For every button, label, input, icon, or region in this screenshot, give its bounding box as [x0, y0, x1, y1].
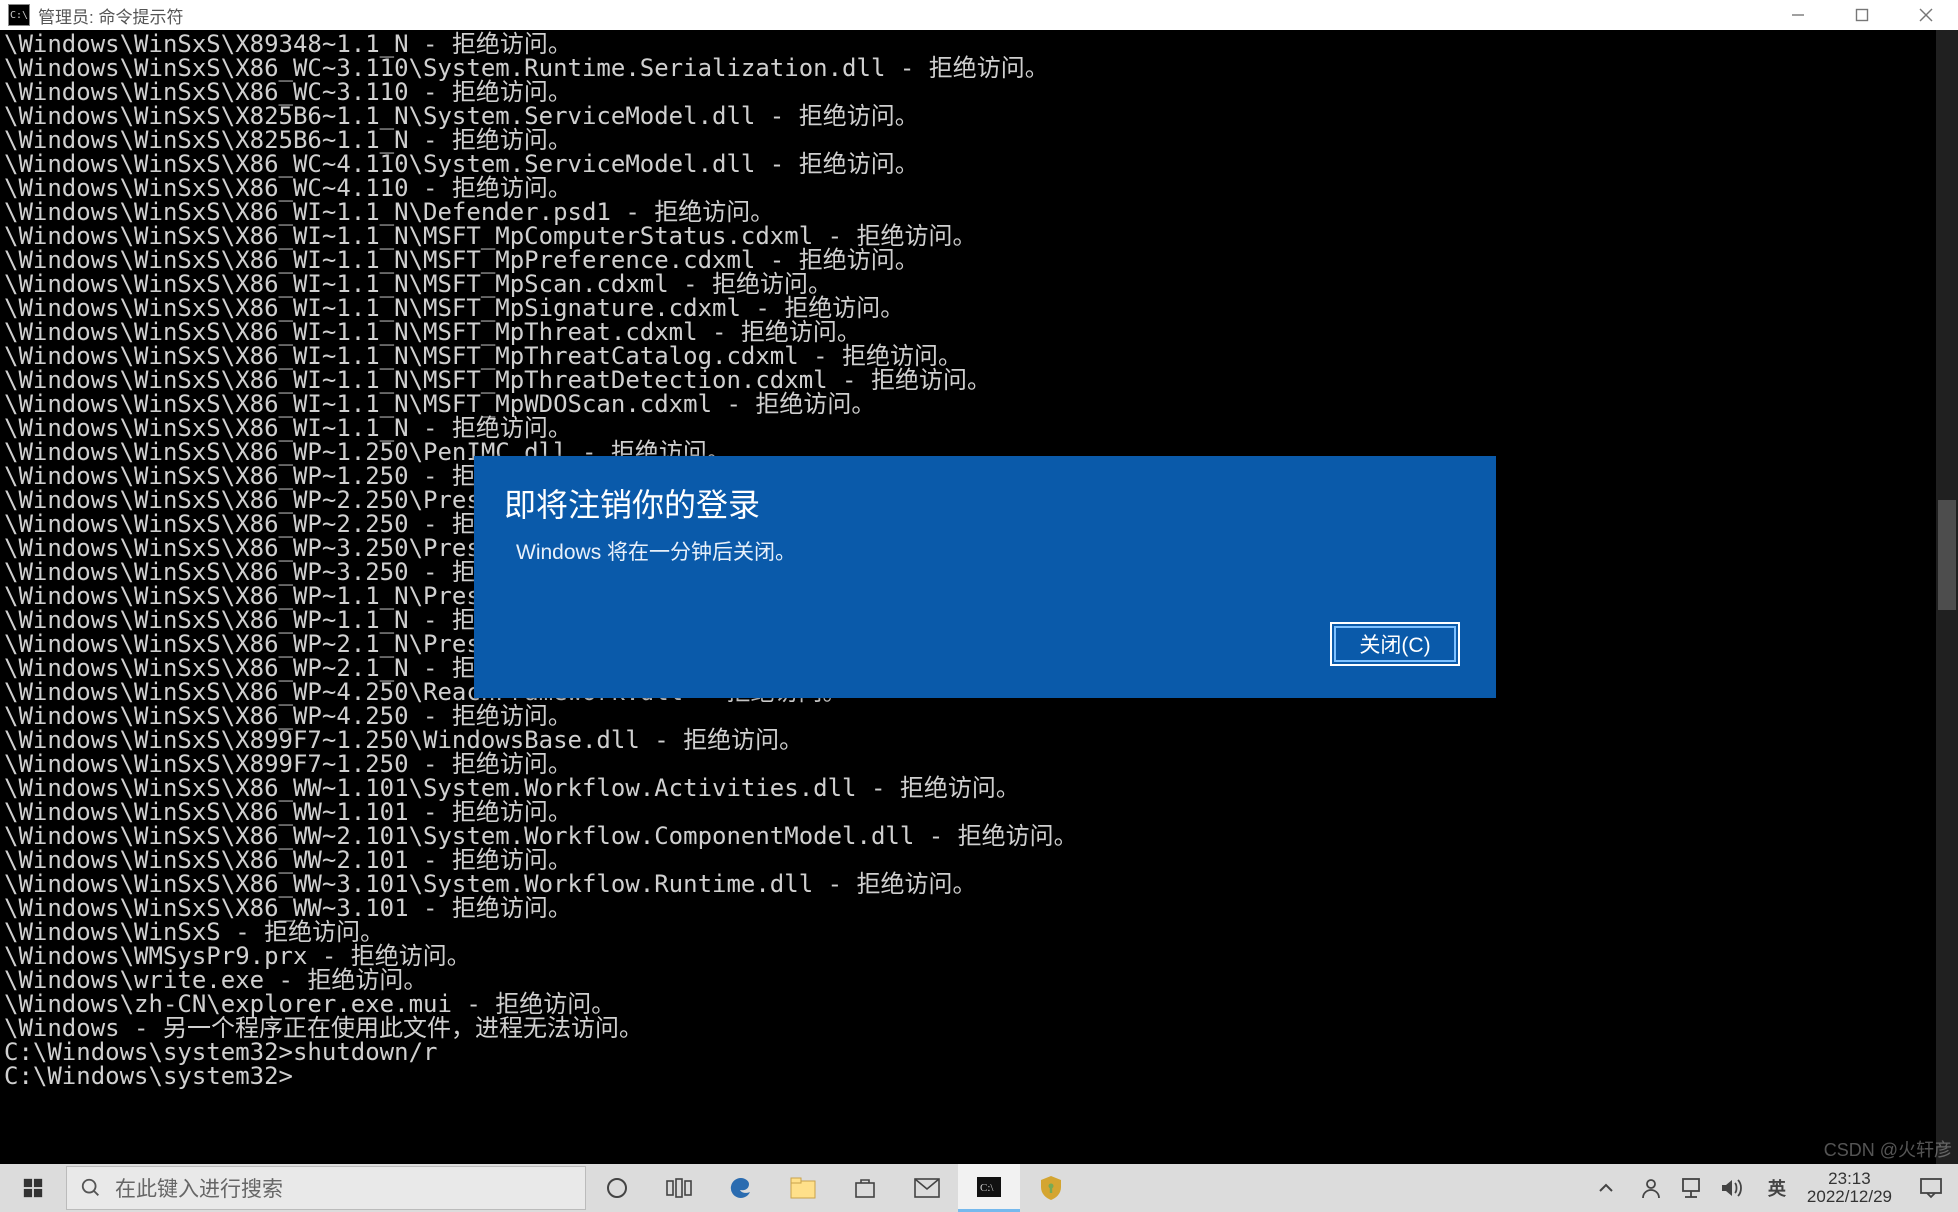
- terminal-line: \Windows\WinSxS\X86_WI~1.1_N\MSFT_MpThre…: [4, 368, 1954, 392]
- scrollbar-thumb[interactable]: [1938, 500, 1956, 610]
- tray-expand-icon[interactable]: [1599, 1183, 1639, 1193]
- search-icon: [67, 1177, 115, 1199]
- taskview-icon[interactable]: [648, 1164, 710, 1212]
- store-icon[interactable]: [834, 1164, 896, 1212]
- dialog-title: 即将注销你的登录: [504, 480, 1496, 526]
- terminal-line: \Windows\WinSxS\X86_WI~1.1_N\Defender.ps…: [4, 200, 1954, 224]
- maximize-button[interactable]: [1830, 0, 1894, 30]
- terminal-line: \Windows\WinSxS\X86_WW~2.101\System.Work…: [4, 824, 1954, 848]
- terminal-line: \Windows\write.exe - 拒绝访问。: [4, 968, 1954, 992]
- terminal-line: \Windows\WMSysPr9.prx - 拒绝访问。: [4, 944, 1954, 968]
- dialog-close-button[interactable]: 关闭(C): [1330, 622, 1460, 666]
- terminal-line: \Windows\WinSxS - 拒绝访问。: [4, 920, 1954, 944]
- terminal-line: \Windows\WinSxS\X86_WC~4.110\System.Serv…: [4, 152, 1954, 176]
- dialog-message: Windows 将在一分钟后关闭。: [516, 536, 1496, 566]
- terminal-line: \Windows\WinSxS\X86_WW~1.101 - 拒绝访问。: [4, 800, 1954, 824]
- terminal-line: C:\Windows\system32>: [4, 1064, 1954, 1088]
- explorer-icon[interactable]: [772, 1164, 834, 1212]
- taskbar-clock[interactable]: 23:13 2022/12/29: [1795, 1170, 1904, 1206]
- watermark-text: CSDN @火轩彦: [1824, 1136, 1952, 1162]
- terminal-line: \Windows\WinSxS\X86_WI~1.1_N\MSFT_MpThre…: [4, 344, 1954, 368]
- terminal-line: \Windows\WinSxS\X86_WW~3.101 - 拒绝访问。: [4, 896, 1954, 920]
- network-icon[interactable]: [1679, 1177, 1719, 1199]
- terminal-line: \Windows\WinSxS\X86_WC~3.110\System.Runt…: [4, 56, 1954, 80]
- terminal-line: \Windows\WinSxS\X86_WI~1.1_N\MSFT_MpComp…: [4, 224, 1954, 248]
- terminal-line: \Windows\WinSxS\X86_WW~3.101\System.Work…: [4, 872, 1954, 896]
- window-titlebar: C:\ 管理员: 命令提示符: [0, 0, 1958, 30]
- task-icons: C:\: [586, 1164, 1082, 1212]
- clock-time: 23:13: [1828, 1170, 1871, 1188]
- cmd-icon: C:\: [8, 4, 30, 26]
- terminal-line: \Windows\WinSxS\X86_WP~4.250 - 拒绝访问。: [4, 704, 1954, 728]
- terminal-line: \Windows\WinSxS\X86_WI~1.1_N\MSFT_MpWDOS…: [4, 392, 1954, 416]
- vertical-scrollbar[interactable]: [1936, 30, 1958, 1164]
- terminal-line: \Windows\WinSxS\X86_WI~1.1_N - 拒绝访问。: [4, 416, 1954, 440]
- terminal-line: \Windows\WinSxS\X899F7~1.250 - 拒绝访问。: [4, 752, 1954, 776]
- system-tray: 英 23:13 2022/12/29: [1599, 1164, 1958, 1212]
- clock-date: 2022/12/29: [1807, 1188, 1892, 1206]
- shutdown-dialog: 即将注销你的登录 Windows 将在一分钟后关闭。 关闭(C): [474, 456, 1496, 698]
- cmd-taskbar-icon[interactable]: C:\: [958, 1164, 1020, 1212]
- taskbar: 在此键入进行搜索 C:\ 英 23:13 2022/12/29: [0, 1164, 1958, 1212]
- volume-icon[interactable]: [1719, 1177, 1759, 1199]
- terminal-line: \Windows\WinSxS\X89348~1.1_N - 拒绝访问。: [4, 32, 1954, 56]
- minimize-button[interactable]: [1766, 0, 1830, 30]
- action-center-icon[interactable]: [1904, 1177, 1958, 1199]
- search-box[interactable]: 在此键入进行搜索: [66, 1166, 586, 1210]
- terminal-line: C:\Windows\system32>shutdown/r: [4, 1040, 1954, 1064]
- terminal-line: \Windows\WinSxS\X825B6~1.1_N - 拒绝访问。: [4, 128, 1954, 152]
- terminal-line: \Windows\WinSxS\X86_WI~1.1_N\MSFT_MpSign…: [4, 296, 1954, 320]
- window-title: 管理员: 命令提示符: [38, 3, 183, 28]
- terminal-line: \Windows\WinSxS\X86_WI~1.1_N\MSFT_MpScan…: [4, 272, 1954, 296]
- terminal-line: \Windows - 另一个程序正在使用此文件，进程无法访问。: [4, 1016, 1954, 1040]
- start-button[interactable]: [0, 1164, 66, 1212]
- cortana-icon[interactable]: [586, 1164, 648, 1212]
- terminal-line: \Windows\WinSxS\X86_WC~3.110 - 拒绝访问。: [4, 80, 1954, 104]
- terminal-line: \Windows\WinSxS\X86_WW~2.101 - 拒绝访问。: [4, 848, 1954, 872]
- terminal-line: \Windows\WinSxS\X86_WI~1.1_N\MSFT_MpPref…: [4, 248, 1954, 272]
- search-placeholder: 在此键入进行搜索: [115, 1173, 283, 1203]
- terminal-line: \Windows\WinSxS\X86_WC~4.110 - 拒绝访问。: [4, 176, 1954, 200]
- terminal-line: \Windows\zh-CN\explorer.exe.mui - 拒绝访问。: [4, 992, 1954, 1016]
- terminal-line: \Windows\WinSxS\X825B6~1.1_N\System.Serv…: [4, 104, 1954, 128]
- terminal-line: \Windows\WinSxS\X899F7~1.250\WindowsBase…: [4, 728, 1954, 752]
- people-icon[interactable]: [1639, 1176, 1679, 1200]
- terminal-line: \Windows\WinSxS\X86_WW~1.101\System.Work…: [4, 776, 1954, 800]
- security-icon[interactable]: [1020, 1164, 1082, 1212]
- mail-icon[interactable]: [896, 1164, 958, 1212]
- svg-text:C:\: C:\: [980, 1182, 994, 1194]
- close-button[interactable]: [1894, 0, 1958, 30]
- terminal-line: \Windows\WinSxS\X86_WI~1.1_N\MSFT_MpThre…: [4, 320, 1954, 344]
- edge-icon[interactable]: [710, 1164, 772, 1212]
- ime-indicator[interactable]: 英: [1759, 1175, 1795, 1201]
